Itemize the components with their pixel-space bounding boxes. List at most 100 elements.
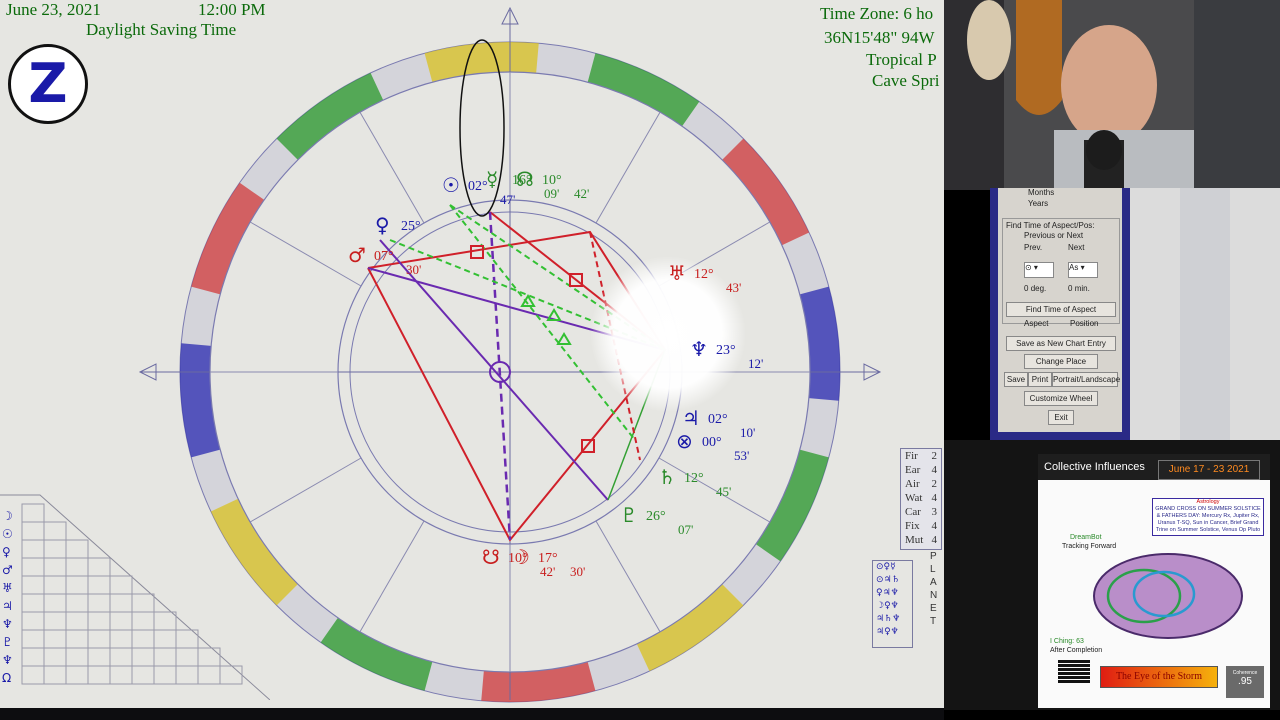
aspect-cell[interactable] xyxy=(153,629,177,649)
aspect-cell[interactable] xyxy=(43,647,67,667)
aspect-cell[interactable] xyxy=(21,647,45,667)
position-radio[interactable]: Position xyxy=(1070,319,1098,328)
svg-text:☋: ☋ xyxy=(482,545,500,569)
aspect-cell[interactable] xyxy=(197,647,221,667)
aspect-cell[interactable] xyxy=(21,503,45,523)
aspect-cell[interactable] xyxy=(43,665,67,685)
aspect-cell[interactable] xyxy=(43,629,67,649)
aspect-cell[interactable] xyxy=(65,629,89,649)
aspect-cell[interactable] xyxy=(87,629,111,649)
aspect-cell[interactable] xyxy=(43,575,67,595)
aspect-cell[interactable] xyxy=(131,593,155,613)
aspect-cell[interactable] xyxy=(131,611,155,631)
aspect-cell[interactable] xyxy=(65,611,89,631)
aspect-cell[interactable] xyxy=(197,665,221,685)
svg-text:25°: 25° xyxy=(401,219,421,234)
aspect-cell[interactable] xyxy=(21,611,45,631)
aspect-cell[interactable] xyxy=(87,575,111,595)
aspect-cell[interactable] xyxy=(109,629,133,649)
hexagram-icon xyxy=(1058,660,1090,686)
svg-text:00°: 00° xyxy=(702,435,722,450)
svg-text:47': 47' xyxy=(500,192,515,207)
aspect-cell[interactable] xyxy=(175,647,199,667)
aspect-cell[interactable] xyxy=(65,647,89,667)
aspect-cell[interactable] xyxy=(87,647,111,667)
svg-text:43': 43' xyxy=(726,280,741,295)
aspect-cell[interactable] xyxy=(109,593,133,613)
next-radio[interactable]: Next xyxy=(1068,243,1084,252)
months-option[interactable]: Months xyxy=(1028,188,1054,197)
aspect-cell[interactable] xyxy=(65,665,89,685)
eye-of-storm-label: The Eye of the Storm xyxy=(1100,666,1218,688)
svg-text:07°: 07° xyxy=(374,249,394,264)
aspect-cell[interactable] xyxy=(109,611,133,631)
years-option[interactable]: Years xyxy=(1028,199,1048,208)
aspect-cell[interactable] xyxy=(87,665,111,685)
aspect-cell[interactable] xyxy=(65,593,89,613)
aspect-cell[interactable] xyxy=(43,521,67,541)
aspect-cell[interactable] xyxy=(153,647,177,667)
element-row-earth: Ear 4 xyxy=(905,464,937,476)
aspect-cell[interactable] xyxy=(21,557,45,577)
print-button[interactable]: Print xyxy=(1028,372,1052,387)
aspect-cell[interactable] xyxy=(21,575,45,595)
save-button[interactable]: Save xyxy=(1004,372,1028,387)
aspect-grid[interactable]: ☽ ☉ ♀ ♂ ♅ ♃ ♆ ♇ ♆ Ω xyxy=(0,490,270,700)
svg-text:53': 53' xyxy=(734,448,749,463)
aspect-cell[interactable] xyxy=(65,539,89,559)
svg-text:02°: 02° xyxy=(708,412,728,427)
element-row-air: Air 2 xyxy=(905,478,937,490)
aspect-cell[interactable] xyxy=(43,557,67,577)
aspect-cell[interactable] xyxy=(21,593,45,613)
aspect-cell[interactable] xyxy=(87,593,111,613)
iching-label: I Ching: 63 xyxy=(1050,638,1084,645)
aspect-cell[interactable] xyxy=(109,647,133,667)
aspect-cell[interactable] xyxy=(153,665,177,685)
aspect-cell[interactable] xyxy=(43,611,67,631)
change-place-button[interactable]: Change Place xyxy=(1024,354,1098,369)
aspect-cell[interactable] xyxy=(21,665,45,685)
collective-influences-panel: Collective Influences June 17 - 23 2021 … xyxy=(944,440,1280,710)
aspect-cell[interactable] xyxy=(131,665,155,685)
ci-card: Collective Influences June 17 - 23 2021 … xyxy=(1038,454,1270,708)
aspect-cell[interactable] xyxy=(65,575,89,595)
min-field[interactable]: 0 min. xyxy=(1068,284,1090,293)
aspect-cell[interactable] xyxy=(43,539,67,559)
aspect-cell[interactable] xyxy=(65,557,89,577)
iching-name: After Completion xyxy=(1050,647,1103,654)
svg-text:17°: 17° xyxy=(538,551,558,566)
aspect-cell[interactable] xyxy=(21,539,45,559)
aspect-radio[interactable]: Aspect xyxy=(1024,319,1048,328)
dreambot-label: DreamBot xyxy=(1070,534,1102,541)
svg-text:42': 42' xyxy=(540,564,555,579)
svg-text:16°: 16° xyxy=(512,173,532,188)
aspect-cell[interactable] xyxy=(219,665,243,685)
prev-radio[interactable]: Prev. xyxy=(1024,243,1042,252)
find-time-button[interactable]: Find Time of Aspect xyxy=(1006,302,1116,317)
aspect-cell[interactable] xyxy=(153,611,177,631)
aspect-cell[interactable] xyxy=(175,665,199,685)
svg-text:07': 07' xyxy=(678,522,693,537)
svg-text:♀: ♀ xyxy=(375,213,390,237)
aspect-cell[interactable] xyxy=(87,557,111,577)
element-row-water: Wat 4 xyxy=(905,492,937,504)
deg-field[interactable]: 0 deg. xyxy=(1024,284,1046,293)
aspect-cell[interactable] xyxy=(109,575,133,595)
aspect-cell[interactable] xyxy=(109,665,133,685)
portrait-landscape-button[interactable]: Portrait/Landscape xyxy=(1052,372,1120,387)
save-new-chart-button[interactable]: Save as New Chart Entry xyxy=(1006,336,1116,351)
aspect-cell[interactable] xyxy=(131,647,155,667)
svg-text:⊗: ⊗ xyxy=(676,429,693,453)
customize-wheel-button[interactable]: Customize Wheel xyxy=(1024,391,1098,406)
aspect-cell[interactable] xyxy=(131,629,155,649)
planet-select[interactable]: ⊙ ▾ xyxy=(1024,262,1054,278)
aspect-select[interactable]: As ▾ xyxy=(1068,262,1098,278)
taskbar[interactable] xyxy=(0,708,944,720)
aspect-cell[interactable] xyxy=(43,593,67,613)
exit-button[interactable]: Exit xyxy=(1048,410,1074,425)
svg-text:☉: ☉ xyxy=(442,173,460,197)
aspect-cell[interactable] xyxy=(21,629,45,649)
coherence-badge: Coherence .95 xyxy=(1226,666,1264,698)
aspect-cell[interactable] xyxy=(21,521,45,541)
aspect-cell[interactable] xyxy=(87,611,111,631)
